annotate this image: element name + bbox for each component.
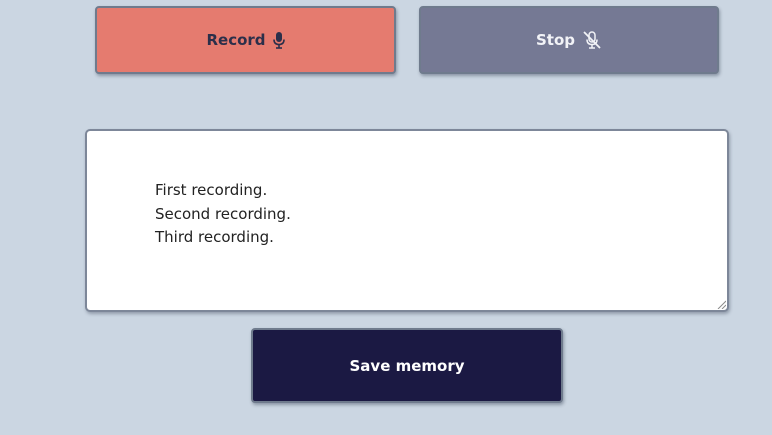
record-label: Record: [206, 31, 266, 49]
microphone-icon: [272, 31, 285, 49]
resize-handle-icon[interactable]: [716, 299, 726, 309]
stop-label: Stop: [535, 31, 576, 49]
microphone-slash-icon: [582, 31, 602, 49]
memory-textarea[interactable]: First recording. Second recording. Third…: [85, 129, 729, 312]
memory-text: First recording. Second recording. Third…: [155, 181, 291, 246]
save-memory-button[interactable]: Save memory: [251, 328, 563, 403]
record-button[interactable]: Record: [95, 6, 396, 74]
save-memory-label: Save memory: [349, 356, 465, 375]
stop-button[interactable]: Stop: [419, 6, 719, 74]
